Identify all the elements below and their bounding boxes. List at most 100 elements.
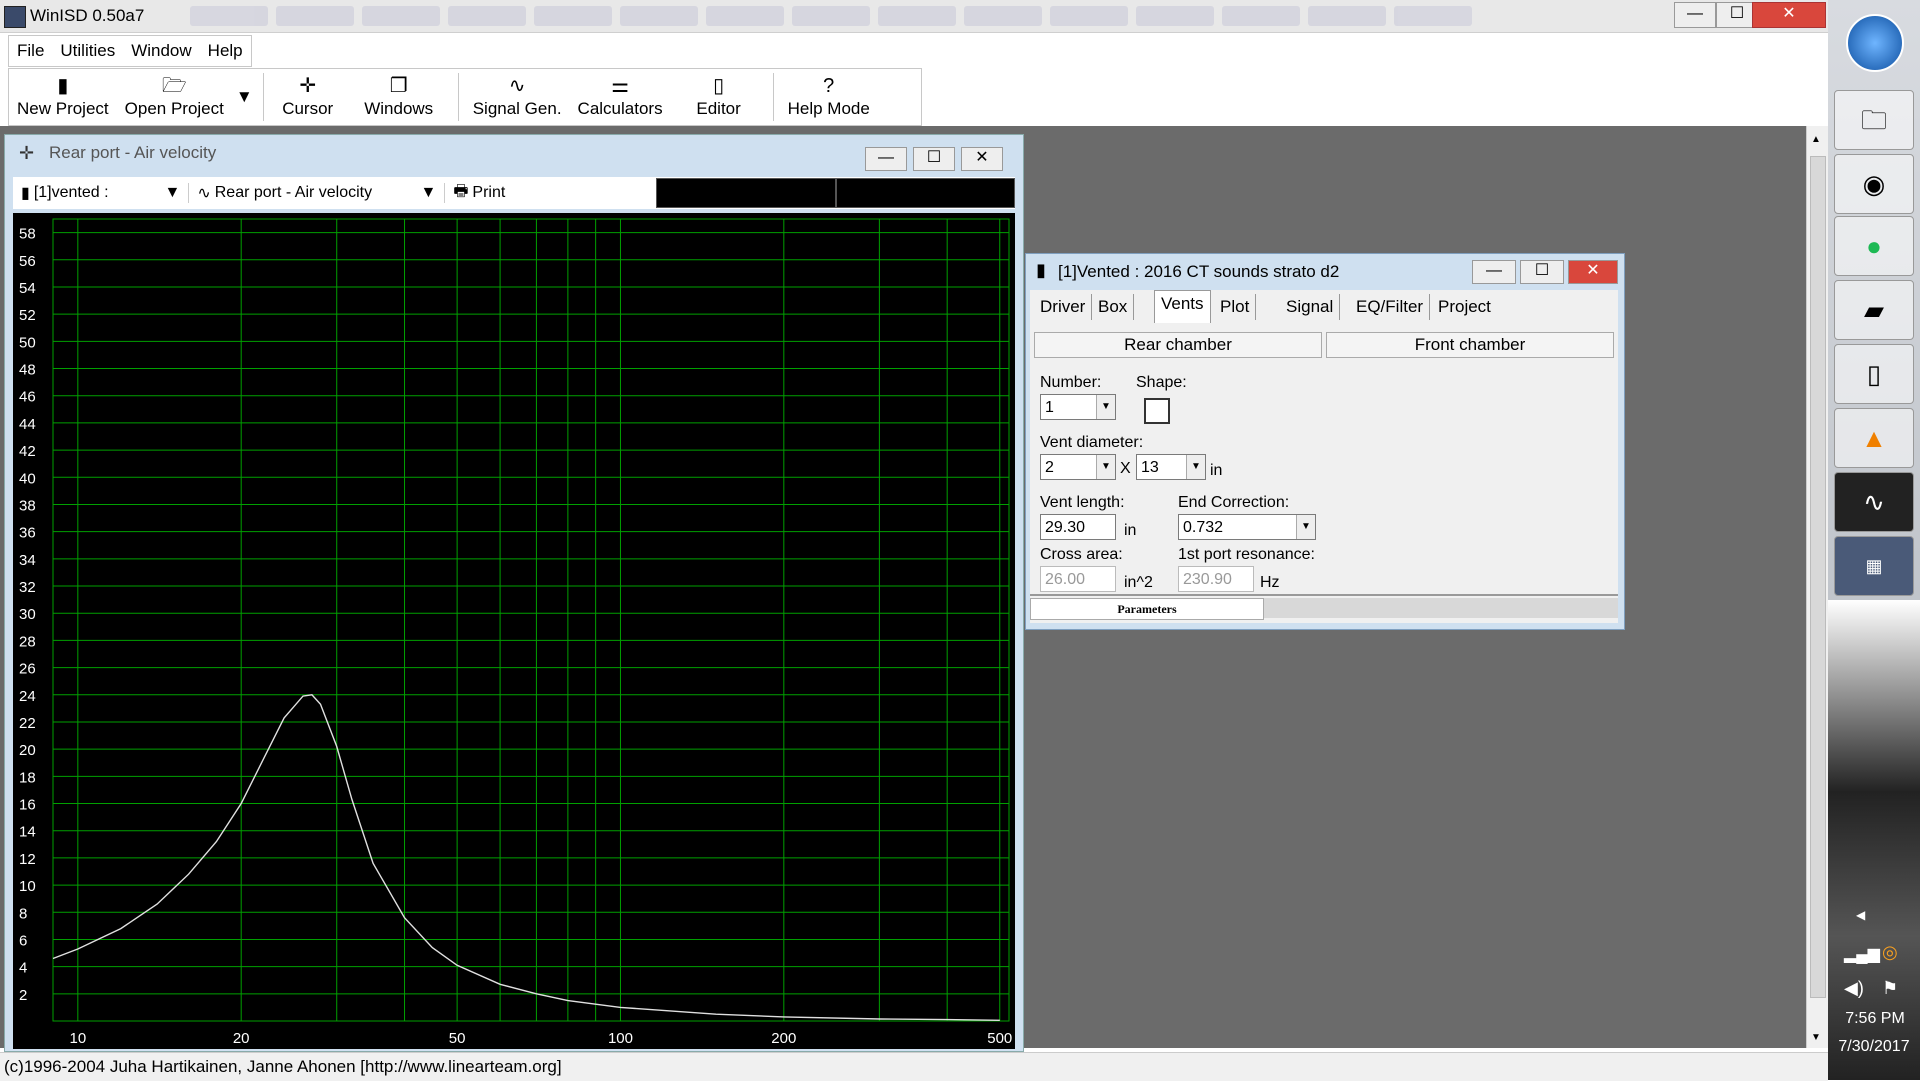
front-chamber-button[interactable]: Front chamber <box>1326 332 1614 358</box>
x-tick-label: 100 <box>608 1030 633 1047</box>
chevron-down-icon[interactable]: ▼ <box>1186 455 1205 479</box>
print-button[interactable]: 🖶 Print <box>445 180 656 207</box>
graph-close-button[interactable]: ✕ <box>961 147 1003 171</box>
y-tick-label: 26 <box>19 661 36 678</box>
y-tick-label: 56 <box>19 253 36 270</box>
chevron-down-icon[interactable]: ▼ <box>1096 455 1115 479</box>
taskbar-wallpaper <box>1828 600 1920 1080</box>
params-minimize-button[interactable]: — <box>1472 260 1516 284</box>
open-project-label: Open Project <box>124 99 224 118</box>
editor-icon: ▯ <box>713 75 725 97</box>
file-explorer-icon[interactable]: 🗀 <box>1834 90 1914 150</box>
vent-length-label: Vent length: <box>1040 494 1125 511</box>
editor-button[interactable]: ▯ Editor <box>671 69 767 125</box>
tab-parameters[interactable]: Parameters <box>1030 598 1264 620</box>
action-center-flag-icon[interactable]: ⚑ <box>1882 978 1898 999</box>
open-project-dropdown[interactable]: ▼ <box>232 69 257 125</box>
clock-time[interactable]: 7:56 PM <box>1832 1010 1918 1028</box>
project-selector[interactable]: ▮ [1]vented : ▼ <box>13 183 190 203</box>
x-tick-label: 20 <box>233 1030 250 1047</box>
y-tick-label: 4 <box>19 960 27 977</box>
cursor-label: Cursor <box>282 99 334 118</box>
tab-vents[interactable]: Vents <box>1154 290 1211 323</box>
params-close-button[interactable]: ✕ <box>1568 260 1618 284</box>
new-project-icon: ▮ <box>57 75 69 97</box>
tab-driver[interactable]: Driver <box>1034 294 1093 320</box>
status-bar: (c)1996-2004 Juha Hartikainen, Janne Aho… <box>0 1052 1828 1081</box>
cursor-button[interactable]: ✛ Cursor <box>270 69 346 125</box>
number-select[interactable]: 1 ▼ <box>1040 394 1116 420</box>
y-tick-label: 16 <box>19 797 36 814</box>
params-maximize-button[interactable]: ☐ <box>1520 260 1564 284</box>
graph-type-selector[interactable]: ∿ Rear port - Air velocity ▼ <box>189 183 446 203</box>
project-params-window: ▮ [1]Vented : 2016 CT sounds strato d2 —… <box>1025 253 1625 630</box>
vent-diameter-unit: in <box>1210 462 1223 479</box>
sticky-notes-icon[interactable]: ▰ <box>1834 280 1914 340</box>
folder-icon: 🗁 <box>161 75 187 97</box>
chrome-icon[interactable]: ◉ <box>1834 154 1914 214</box>
volume-icon[interactable]: ◀) <box>1844 978 1864 999</box>
tab-box[interactable]: Box <box>1092 294 1135 320</box>
app-icon <box>4 6 26 28</box>
graph-maximize-button[interactable]: ☐ <box>913 147 955 171</box>
menu-window[interactable]: Window <box>123 36 199 66</box>
shape-rect-icon[interactable] <box>1144 398 1170 424</box>
project-selector-label: [1]vented : <box>33 184 109 201</box>
menu-file[interactable]: File <box>9 36 52 66</box>
tab-eq-filter[interactable]: EQ/Filter <box>1350 294 1431 320</box>
vent-diameter-a-select[interactable]: 2 ▼ <box>1040 454 1116 480</box>
tab-signal[interactable]: Signal <box>1280 294 1341 320</box>
minimize-button[interactable]: — <box>1674 2 1716 28</box>
calculators-button[interactable]: ⚌ Calculators <box>570 69 671 125</box>
spotify-icon[interactable]: ● <box>1834 216 1914 276</box>
x-tick-label: 200 <box>771 1030 796 1047</box>
menu-utilities[interactable]: Utilities <box>52 36 123 66</box>
audio-editor-icon[interactable]: ∿ <box>1834 472 1914 532</box>
close-button[interactable]: ✕ <box>1752 2 1826 28</box>
number-value: 1 <box>1045 399 1054 416</box>
vent-diameter-label: Vent diameter: <box>1040 434 1144 451</box>
scroll-thumb[interactable] <box>1810 156 1826 998</box>
y-tick-label: 6 <box>19 932 27 949</box>
scroll-up-icon[interactable]: ▲ <box>1811 134 1821 145</box>
air-velocity-chart[interactable]: 2468101214161820222426283032343638404244… <box>13 213 1015 1049</box>
vlc-icon[interactable]: ▲ <box>1834 408 1914 468</box>
tab-plot[interactable]: Plot <box>1214 294 1257 320</box>
signal-gen-button[interactable]: ∿ Signal Gen. <box>465 69 570 125</box>
y-tick-label: 34 <box>19 552 36 569</box>
vent-length-input[interactable]: 29.30 <box>1040 514 1116 540</box>
port-resonance-label: 1st port resonance: <box>1178 546 1315 563</box>
end-correction-select[interactable]: 0.732 ▼ <box>1178 514 1316 540</box>
vent-diameter-b-select[interactable]: 13 ▼ <box>1136 454 1206 480</box>
rear-chamber-button[interactable]: Rear chamber <box>1034 332 1322 358</box>
open-project-button[interactable]: 🗁 Open Project <box>117 69 232 125</box>
workspace-scrollbar[interactable]: ▲ ▼ <box>1806 126 1829 1048</box>
tab-project[interactable]: Project <box>1432 294 1497 320</box>
cross-area-field: 26.00 <box>1040 566 1116 592</box>
y-tick-label: 36 <box>19 525 36 542</box>
clock-date[interactable]: 7/30/2017 <box>1830 1038 1918 1056</box>
winisd-icon[interactable]: ▦ <box>1834 536 1914 596</box>
tray-expand-icon[interactable]: ◀ <box>1856 908 1865 922</box>
divider <box>1030 594 1618 596</box>
vent-diameter-a-value: 2 <box>1045 459 1054 476</box>
menu-help[interactable]: Help <box>200 36 251 66</box>
help-mode-button[interactable]: ? Help Mode <box>780 69 878 125</box>
new-project-button[interactable]: ▮ New Project <box>9 69 117 125</box>
sine-wave-icon: ∿ <box>508 75 526 97</box>
network-icon[interactable]: ▂▄▆ <box>1844 944 1880 964</box>
cursor-readout-y <box>835 178 1015 208</box>
start-button[interactable] <box>1846 14 1904 72</box>
signal-gen-label: Signal Gen. <box>472 99 562 118</box>
mouse-icon[interactable]: ▯ <box>1834 344 1914 404</box>
scroll-down-icon[interactable]: ▼ <box>1811 1032 1821 1043</box>
windows-button[interactable]: ❐ Windows <box>346 69 452 125</box>
app-tray-icon[interactable]: ◎ <box>1882 942 1898 963</box>
crosshair-icon: ✛ <box>299 75 317 97</box>
end-correction-value: 0.732 <box>1183 519 1224 536</box>
plot-area[interactable]: 2 4 6 8 10 12 14 16 18 20 22 24 26 28 30 32 34 36 38 40 42 44… <box>13 213 1015 1049</box>
chevron-down-icon[interactable]: ▼ <box>1296 515 1315 539</box>
y-tick-label: 14 <box>19 824 36 841</box>
graph-minimize-button[interactable]: — <box>865 147 907 171</box>
chevron-down-icon[interactable]: ▼ <box>1096 395 1115 419</box>
